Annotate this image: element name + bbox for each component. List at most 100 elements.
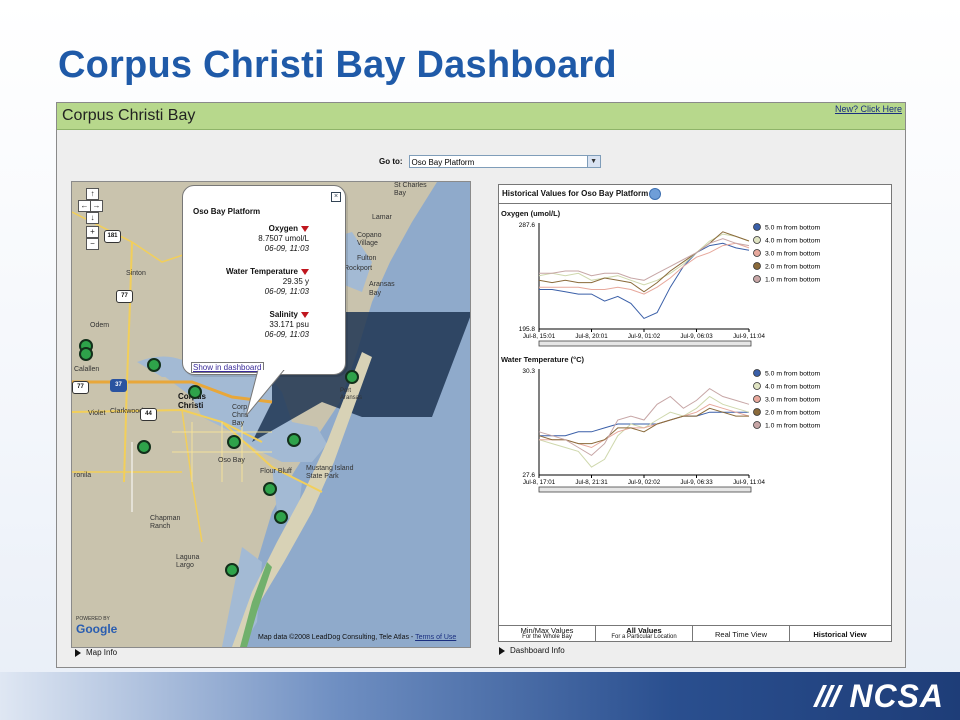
legend-swatch (753, 275, 761, 283)
reading-name: Salinity (269, 310, 298, 319)
popup-salinity-reading: Salinity 33.171 psu 06-09, 11:03 (265, 310, 309, 340)
y-tick-label: 27.6 (522, 472, 535, 479)
x-tick-label: Jul-8, 17:01 (523, 479, 556, 486)
legend-swatch (753, 421, 761, 429)
series-line (538, 407, 749, 445)
map-label-ronila: ronila (74, 472, 92, 479)
slide-title: Corpus Christi Bay Dashboard (58, 44, 617, 86)
reading-value: 33.171 psu (269, 320, 309, 329)
legend-swatch (753, 236, 761, 244)
map-label-clarkwood: Clarkwood (110, 408, 144, 415)
station-marker-oso-bay-platform[interactable] (227, 435, 241, 449)
app-header: Corpus Christi Bay New? Click Here (57, 103, 905, 130)
pan-right-icon[interactable]: → (90, 200, 103, 212)
map-label-laguna-largo: Laguna Largo (176, 554, 200, 569)
close-icon[interactable]: × (331, 192, 341, 202)
reading-time: 06-09, 11:03 (264, 244, 309, 253)
tab-min-max-values[interactable]: Min/Max Values For the Whole Bay (499, 626, 596, 642)
tab-historical-view[interactable]: Historical View (790, 626, 890, 642)
pan-up-icon[interactable]: ↑ (86, 188, 99, 200)
zoom-out-icon[interactable]: − (86, 238, 99, 250)
new-click-here-link[interactable]: New? Click Here (835, 104, 902, 114)
y-tick-label: 30.3 (522, 368, 535, 375)
popup-oxygen-reading: Oxygen 8.7507 umol/L 06-09, 11:03 (258, 224, 309, 254)
tab-label: All Values (626, 626, 662, 635)
series-line (538, 387, 750, 457)
x-tick-label: Jul-9, 02:02 (628, 479, 661, 486)
legend-label: 4.0 m from bottom (765, 384, 820, 391)
station-marker[interactable] (287, 433, 301, 447)
help-icon[interactable] (649, 188, 661, 200)
water-temperature-chart-svg: 30.3 27.6Jul-8, 17:01 Jul-8, 21:31 Jul-9, 0… (522, 368, 820, 493)
ncsa-logo: NCSA (811, 678, 944, 714)
station-info-popup: × Oso Bay Platform Oxygen 8.7507 umol/L … (182, 185, 346, 375)
reading-time: 06-09, 11:03 (264, 287, 309, 296)
x-tick-label: Jul-8, 21:31 (575, 479, 608, 486)
map-label-chapman-ranch: Chapman Ranch (150, 515, 181, 530)
legend-swatch (753, 408, 761, 416)
station-marker[interactable] (345, 370, 359, 384)
tab-all-values[interactable]: All Values For a Particular Location (596, 626, 693, 642)
goto-label: Go to: (379, 157, 403, 166)
map-label-odem: Odem (90, 322, 110, 329)
station-marker[interactable] (188, 385, 202, 399)
station-marker[interactable] (79, 347, 93, 361)
legend-swatch (753, 249, 761, 257)
x-tick-label: Jul-9, 06:33 (680, 479, 713, 486)
historical-values-panel: Historical Values for Oso Bay Platform O… (498, 184, 892, 642)
ncsa-logo-text: NCSA (849, 677, 944, 714)
map-attribution: Map data ©2008 LeadDog Consulting, Tele … (258, 634, 456, 641)
map-label-calallen: Calallen (74, 366, 100, 373)
y-tick-label: 287.6 (519, 222, 536, 229)
map-label-port-aransas: Port Aransas (340, 388, 363, 401)
tab-label: Real Time View (715, 629, 767, 639)
station-marker[interactable] (225, 563, 239, 577)
tab-real-time-view[interactable]: Real Time View (693, 626, 790, 642)
chevron-down-icon[interactable]: ▼ (586, 156, 600, 167)
dashboard-info-toggle[interactable]: Dashboard Info (499, 646, 565, 655)
pan-down-icon[interactable]: ↓ (86, 212, 99, 224)
legend-label: 1.0 m from bottom (765, 277, 820, 284)
view-tabs: Min/Max Values For the Whole Bay All Val… (499, 625, 891, 642)
location-select-value: Oso Bay Platform (411, 158, 475, 167)
map-label-oso-bay: Oso Bay (218, 457, 245, 464)
reading-time: 06-09, 11:03 (264, 330, 309, 339)
map-info-toggle[interactable]: Map Info (75, 648, 117, 657)
station-marker[interactable] (274, 510, 288, 524)
terms-of-use-link[interactable]: Terms of Use (415, 634, 456, 641)
legend-swatch (753, 262, 761, 270)
map-label-violet: Violet (88, 410, 106, 417)
highway-181-shield: 181 (104, 230, 121, 243)
reading-value: 8.7507 umol/L (258, 234, 309, 243)
popup-water-temperature-reading: Water Temperature 29.35 y 06-09, 11:03 (226, 267, 309, 297)
map-label-mustang-island: Mustang Island State Park (306, 465, 354, 480)
map-label-lamar: Lamar (372, 214, 392, 221)
location-select[interactable]: Oso Bay Platform ▼ (408, 155, 601, 168)
map-attribution-text: Map data ©2008 LeadDog Consulting, Tele … (258, 634, 416, 641)
highway-77-shield-2: 77 (72, 381, 89, 394)
panel-header: Historical Values for Oso Bay Platform (499, 185, 891, 204)
series-line (539, 238, 750, 281)
station-marker[interactable] (137, 440, 151, 454)
water-temperature-chart: Water Temperature (°C) 30.3 27.6 Jul-8, 17… (501, 355, 889, 495)
highway-44-shield: 44 (140, 408, 157, 421)
map-label-rockport: Rockport (344, 265, 373, 272)
y-tick-label: 195.8 (519, 326, 536, 333)
map-info-label: Map Info (86, 648, 118, 657)
trend-down-icon (301, 225, 309, 232)
oxygen-chart-svg: 287.6 195.8Jul-8, 15:01 Jul-8, 20:01 Jul-9,… (519, 222, 820, 347)
station-marker[interactable] (147, 358, 161, 372)
legend-label: 5.0 m from bottom (765, 225, 820, 232)
reading-name: Water Temperature (225, 267, 298, 276)
zoom-in-icon[interactable]: + (86, 226, 99, 238)
station-marker[interactable] (263, 482, 277, 496)
legend-label: 2.0 m from bottom (765, 410, 820, 417)
trend-down-icon (301, 268, 309, 275)
x-tick-label: Jul-9, 06:03 (680, 333, 713, 340)
oxygen-chart: Oxygen (umol/L) 287.6 195.8 Jul-8, 15:01 Ju… (501, 209, 889, 349)
legend-label: 4.0 m from bottom (765, 238, 820, 245)
trend-down-icon (301, 311, 309, 318)
map-view[interactable]: St Charles Bay Lamar Copano Village Fulton… (71, 181, 471, 648)
map-label-st-charles-bay: St Charles Bay (394, 182, 427, 197)
popup-pointer (245, 370, 285, 417)
